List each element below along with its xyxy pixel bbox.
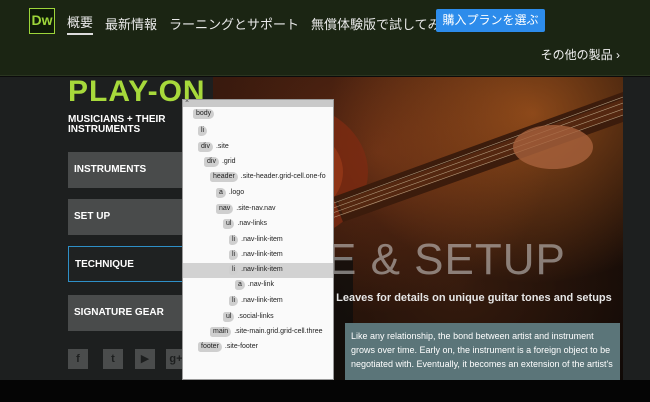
inspector-title-bar[interactable]: × <box>183 100 333 107</box>
dom-node-tag: a <box>235 280 245 290</box>
buy-plan-button[interactable]: 購入プランを選ぶ <box>436 9 545 32</box>
dom-tree-node[interactable]: a .nav-link <box>183 278 333 293</box>
nav-whats-new[interactable]: 最新情報 <box>105 14 157 33</box>
bottom-bar <box>0 380 650 402</box>
nav-learn-support[interactable]: ラーニングとサポート <box>169 14 299 33</box>
hero-caption: l Leaves for details on unique guitar to… <box>330 292 612 304</box>
dom-node-selector: .nav-link-item <box>241 266 283 273</box>
dom-node-selector: .site <box>215 143 229 150</box>
dom-tree-node[interactable]: div .grid <box>183 155 333 170</box>
site-brand-subtitle: MUSICIANS + THEIR INSTRUMENTS <box>68 114 166 135</box>
dom-node-selector: .site-footer <box>224 343 258 350</box>
twitter-icon[interactable]: t <box>103 349 123 369</box>
dom-tree-node[interactable]: li .nav-link-item <box>183 294 333 309</box>
nav-free-trial[interactable]: 無償体験版で試してみる <box>311 14 454 33</box>
dom-node-tag: li <box>229 296 239 306</box>
dom-tree-node[interactable]: div .site <box>183 140 333 155</box>
dom-node-selector: .site-nav.nav <box>236 205 276 212</box>
dom-node-selector: .nav-link-item <box>241 236 283 243</box>
dom-node-selector: .nav-link-item <box>241 251 283 258</box>
story-text: Like any relationship, the bond between … <box>351 331 613 369</box>
dom-node-tag: body <box>193 109 215 119</box>
dom-tree-node[interactable]: ul .social-links <box>183 310 333 325</box>
dom-tree-node[interactable]: body <box>183 107 333 122</box>
dom-node-tag: li <box>229 250 239 260</box>
dom-tree-node[interactable]: li <box>183 124 333 139</box>
dom-node-tag: li <box>229 235 239 245</box>
dom-node-selector: .site-header.grid-cell.one-fo <box>240 173 326 180</box>
dom-tree-node[interactable]: header .site-header.grid-cell.one-fo <box>183 170 333 185</box>
dom-node-tag: nav <box>216 204 234 214</box>
dom-inspector-panel: × body li div .site div .grid header .site-head… <box>182 99 334 380</box>
nav-overview[interactable]: 概要 <box>67 12 94 35</box>
dom-node-selector: .site-main.grid.grid-cell.three <box>234 328 323 335</box>
dom-tree-node[interactable]: footer .site-footer <box>183 340 333 355</box>
dom-node-selector: .nav-link-item <box>241 297 283 304</box>
dom-tree-node[interactable]: a .logo <box>183 186 333 201</box>
dom-node-tag: ul <box>223 219 235 229</box>
dom-tree-node[interactable]: li .nav-link-item <box>183 248 333 263</box>
dom-node-tag: div <box>204 157 219 167</box>
dom-node-tag: header <box>210 172 238 182</box>
dom-node-tag: a <box>216 188 226 198</box>
youtube-icon[interactable]: ▶ <box>135 349 155 369</box>
dom-node-selector: .logo <box>228 189 245 196</box>
facebook-icon[interactable]: f <box>68 349 88 369</box>
dom-tree-node[interactable]: li .nav-link-item <box>183 263 333 278</box>
dom-node-tag: ul <box>223 312 235 322</box>
other-products-link[interactable]: その他の製品 › <box>541 46 620 63</box>
dom-tree-node[interactable]: nav .site-nav.nav <box>183 202 333 217</box>
close-icon[interactable]: × <box>185 100 189 105</box>
dom-tree-node[interactable]: main .site-main.grid.grid-cell.three <box>183 325 333 340</box>
dom-node-tag: li <box>229 265 239 275</box>
dom-node-selector: .social-links <box>237 313 274 320</box>
dom-node-tag: main <box>210 327 232 337</box>
dom-node-tag: footer <box>198 342 222 352</box>
dom-tree-node[interactable]: li .nav-link-item <box>183 233 333 248</box>
dom-node-selector: .nav-links <box>237 220 268 227</box>
dom-node-tag: div <box>198 142 213 152</box>
main-nav: 概要 最新情報 ラーニングとサポート 無償体験版で試してみる <box>67 12 466 35</box>
dom-node-tag: li <box>198 126 208 136</box>
hero-title: E & SETUP <box>327 235 566 284</box>
dreamweaver-logo[interactable]: Dw <box>29 8 55 34</box>
app-header: Dw 概要 最新情報 ラーニングとサポート 無償体験版で試してみる 購入プランを… <box>0 0 650 76</box>
dom-tree-node[interactable]: ul .nav-links <box>183 217 333 232</box>
dom-node-selector: .nav-link <box>247 281 274 288</box>
dom-node-selector: .grid <box>221 158 236 165</box>
